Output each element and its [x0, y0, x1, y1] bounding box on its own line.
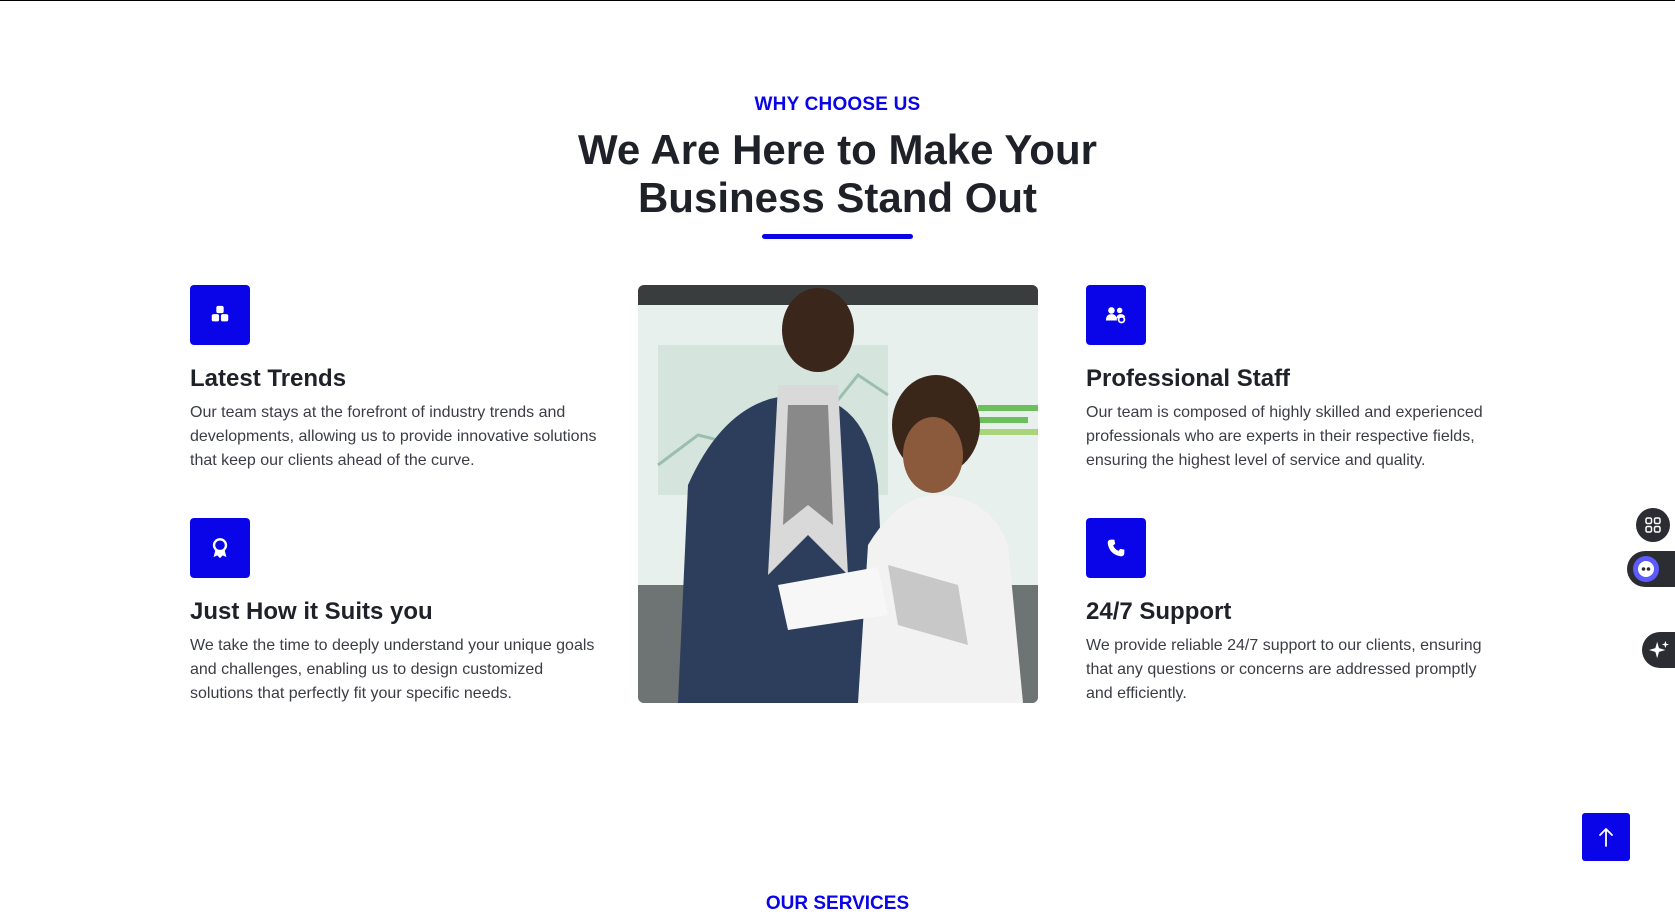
feature-latest-trends: Latest Trends Our team stays at the fore… — [190, 285, 600, 473]
feature-title: 24/7 Support — [1086, 598, 1232, 625]
feature-professional-staff: Professional Staff Our team is composed … — [1086, 285, 1496, 473]
bot-face-icon — [1633, 556, 1659, 582]
phone-icon — [1086, 518, 1146, 578]
feature-how-it-suits-you: Just How it Suits you We take the time t… — [190, 518, 600, 706]
feature-description: We take the time to deeply understand yo… — [190, 637, 595, 702]
arrow-up-icon — [1599, 828, 1613, 847]
apps-grid-button[interactable] — [1636, 508, 1670, 542]
scroll-to-top-button[interactable] — [1582, 813, 1630, 861]
team-photo — [638, 285, 1038, 703]
next-section-eyebrow: OUR SERVICES — [765, 893, 910, 914]
section-headline: We Are Here to Make Your Business Stand … — [578, 126, 1097, 221]
users-gear-icon — [1086, 285, 1146, 345]
feature-description: Our team stays at the forefront of indus… — [190, 404, 597, 469]
sparkle-icon — [1648, 640, 1670, 659]
award-icon — [190, 518, 250, 578]
top-border — [0, 0, 1675, 1]
grid-icon — [1645, 517, 1661, 533]
section-header: WHY CHOOSE US We Are Here to Make Your B… — [0, 94, 1675, 239]
assistant-launcher-button[interactable] — [1627, 551, 1675, 587]
feature-description: Our team is composed of highly skilled a… — [1086, 404, 1483, 469]
cubes-icon — [190, 285, 250, 345]
feature-247-support: 24/7 Support We provide reliable 24/7 su… — [1086, 518, 1496, 706]
feature-title: Latest Trends — [190, 365, 347, 392]
section-eyebrow: WHY CHOOSE US — [754, 94, 921, 115]
ai-sparkle-button[interactable] — [1642, 632, 1675, 668]
feature-title: Professional Staff — [1086, 365, 1291, 392]
headline-underline — [762, 234, 913, 239]
feature-title: Just How it Suits you — [190, 598, 433, 625]
feature-description: We provide reliable 24/7 support to our … — [1086, 637, 1482, 702]
